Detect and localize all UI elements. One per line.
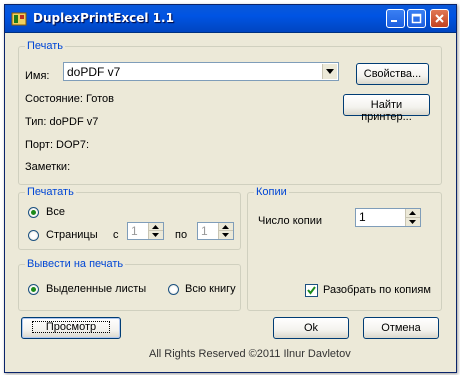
combo-dropdown-button[interactable] [322, 64, 337, 79]
spin-down-button[interactable] [406, 218, 420, 227]
ok-button-label: Ok [303, 322, 319, 334]
radio-all-label: Все [46, 206, 65, 218]
spin-up-button[interactable] [219, 223, 233, 231]
radio-pages-label: Страницы [46, 229, 98, 241]
copies-group: Копии Число копии 1 Разобрать по копиям [247, 186, 442, 311]
from-label: с [113, 229, 119, 241]
close-icon [435, 14, 444, 23]
arrow-up-icon [152, 225, 159, 229]
find-printer-button-label: Найти принтер... [361, 99, 412, 123]
radio-selected-dot [31, 210, 36, 215]
printer-group-legend: Печать [25, 40, 66, 52]
spin-down-button[interactable] [219, 231, 233, 239]
spin-up-button[interactable] [406, 209, 420, 218]
print-range-legend: Печатать [25, 186, 76, 198]
collate-label: Разобрать по копиям [323, 284, 431, 296]
copies-group-legend: Копии [254, 186, 289, 198]
to-label: по [175, 229, 188, 241]
printer-type: Тип: doPDF v7 [25, 116, 99, 128]
title-bar[interactable]: DuplexPrintExcel 1.1 [5, 5, 456, 33]
radio-selected-sheets-label: Выделенные листы [46, 283, 147, 295]
arrow-down-icon [152, 233, 159, 237]
arrow-down-icon [409, 219, 416, 224]
spin-down-button[interactable] [149, 231, 163, 239]
copyright-text: All Rights Reserved ©2011 Ilnur Davletov [149, 348, 351, 360]
printer-name-label: Имя: [25, 70, 50, 82]
ok-button[interactable]: Ok [273, 317, 349, 339]
printer-port: Порт: DOP7: [25, 139, 90, 151]
preview-button-label: Просмотр [32, 321, 110, 333]
output-group-legend: Вывести на печать [25, 258, 126, 270]
output-group: Вывести на печать Выделенные листы Всю к… [18, 258, 241, 311]
radio-all[interactable] [28, 207, 39, 218]
radio-selected-sheets[interactable] [28, 284, 39, 295]
properties-button[interactable]: Свойства... [356, 63, 429, 85]
arrow-down-icon [222, 233, 229, 237]
preview-button[interactable]: Просмотр [21, 317, 121, 339]
radio-selected-dot [31, 287, 36, 292]
minimize-button[interactable] [386, 9, 405, 28]
find-printer-button[interactable]: Найти принтер... [343, 94, 430, 123]
maximize-icon [411, 13, 422, 24]
chevron-down-icon [326, 69, 334, 74]
printer-notes: Заметки: [25, 161, 71, 173]
maximize-button[interactable] [407, 9, 426, 28]
arrow-up-icon [222, 225, 229, 229]
from-page-value: 1 [131, 224, 138, 238]
printer-name-value: doPDF v7 [67, 65, 121, 79]
to-page-value: 1 [201, 224, 208, 238]
checkmark-icon [307, 286, 316, 295]
cancel-button-label: Отмена [381, 322, 421, 334]
arrow-up-icon [409, 211, 416, 215]
spin-up-button[interactable] [149, 223, 163, 231]
cancel-button[interactable]: Отмена [363, 317, 439, 339]
excel-print-icon [11, 12, 27, 26]
copies-count-value: 1 [359, 210, 366, 224]
collate-checkbox[interactable] [305, 284, 318, 297]
printer-status: Состояние: Готов [25, 93, 114, 105]
radio-whole-book-label: Всю книгу [185, 283, 236, 295]
minimize-icon [391, 20, 397, 22]
printer-group: Печать Имя: doPDF v7 Свойства... Найти п… [18, 40, 442, 185]
copies-count-label: Число копии [258, 215, 322, 227]
properties-button-label: Свойства... [363, 68, 422, 80]
radio-pages[interactable] [28, 230, 39, 241]
radio-whole-book[interactable] [168, 284, 179, 295]
to-page-spinner[interactable]: 1 [197, 222, 234, 240]
print-dialog-window: DuplexPrintExcel 1.1 Печать Имя: doPDF v… [4, 4, 457, 373]
print-range-group: Печатать Все Страницы с 1 по 1 [18, 186, 241, 250]
from-page-spinner[interactable]: 1 [127, 222, 164, 240]
close-button[interactable] [430, 9, 449, 28]
printer-name-combo[interactable]: doPDF v7 [63, 62, 339, 81]
window-title: DuplexPrintExcel 1.1 [33, 11, 174, 25]
copies-count-spinner[interactable]: 1 [355, 208, 421, 227]
